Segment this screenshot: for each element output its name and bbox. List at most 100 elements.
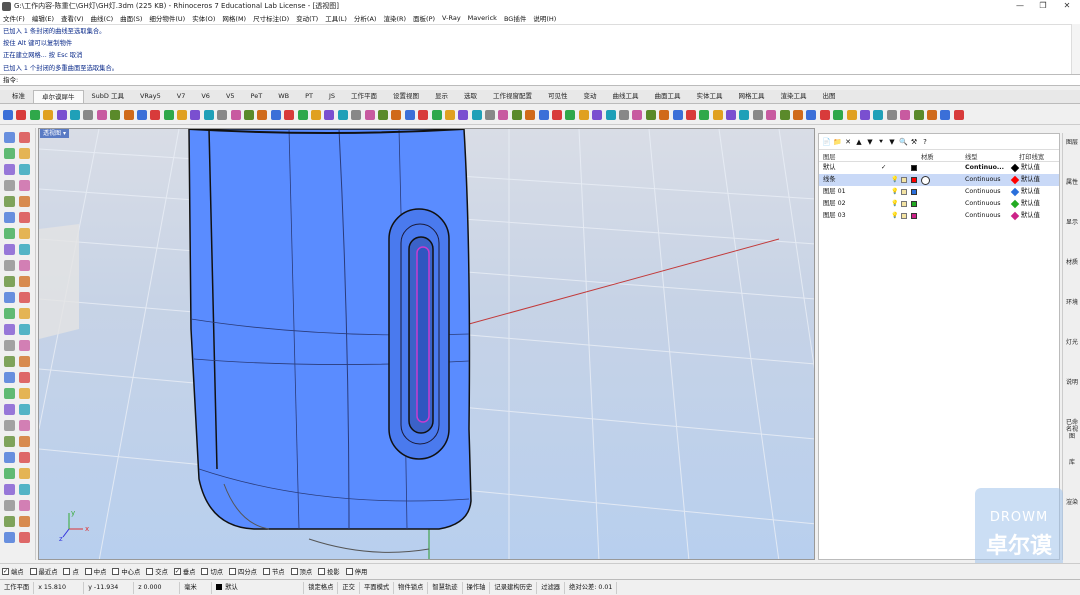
layer-row[interactable]: 图层 03 💡 Continuous 默认值 — [819, 210, 1059, 222]
left-tool-icon[interactable] — [19, 436, 30, 447]
toolbar-tool-icon[interactable] — [177, 109, 188, 120]
osnap-checkbox[interactable] — [290, 567, 298, 575]
history-scrollbar[interactable] — [1071, 24, 1080, 74]
left-tool-icon[interactable] — [19, 452, 30, 463]
toolbar-tool-icon[interactable] — [391, 109, 402, 120]
lock-icon[interactable] — [901, 213, 907, 219]
side-tab[interactable]: 渲染 — [1065, 499, 1079, 506]
left-tool-icon[interactable] — [4, 436, 15, 447]
toolbar-tool-icon[interactable] — [739, 109, 750, 120]
toolbar-tab[interactable]: 实体工具 — [689, 90, 731, 103]
menu-item[interactable]: 分析(A) — [354, 13, 377, 23]
layer-color-swatch[interactable] — [911, 201, 917, 207]
toolbar-tab[interactable]: 变动 — [576, 90, 605, 103]
left-tool-icon[interactable] — [4, 532, 15, 543]
menu-item[interactable]: 曲线(C) — [91, 13, 114, 23]
left-tool-icon[interactable] — [4, 404, 15, 415]
toolbar-tool-icon[interactable] — [926, 109, 937, 120]
toolbar-tool-icon[interactable] — [779, 109, 790, 120]
side-tab[interactable]: 环境 — [1065, 299, 1079, 306]
toolbar-tab[interactable]: 曲线工具 — [605, 90, 647, 103]
toolbar-tab[interactable]: 标准 — [4, 90, 33, 103]
toolbar-tool-icon[interactable] — [43, 109, 54, 120]
osnap-checkbox[interactable] — [229, 567, 237, 575]
left-tool-icon[interactable] — [4, 324, 15, 335]
toolbar-tool-icon[interactable] — [270, 109, 281, 120]
layer-linetype[interactable]: Continuous — [965, 210, 1001, 222]
perspective-viewport[interactable]: x y z — [38, 128, 815, 560]
toolbar-tab[interactable]: 卓尔谟犀牛 — [33, 90, 84, 103]
toolbar-tool-icon[interactable] — [284, 109, 295, 120]
left-tool-icon[interactable] — [19, 244, 30, 255]
print-color-icon[interactable] — [1010, 199, 1020, 209]
left-tool-icon[interactable] — [4, 148, 15, 159]
toolbar-tab[interactable]: JS — [321, 90, 343, 103]
osnap-checkbox[interactable] — [84, 567, 92, 575]
left-tool-icon[interactable] — [4, 420, 15, 431]
layer-color-swatch[interactable] — [911, 189, 917, 195]
left-tool-icon[interactable] — [19, 484, 30, 495]
toolbar-tool-icon[interactable] — [605, 109, 616, 120]
layer-row[interactable]: 默认 ✓ Continuo... 默认值 — [819, 162, 1059, 174]
status-toggle[interactable]: 操作轴 — [463, 581, 491, 594]
left-tool-icon[interactable] — [4, 340, 15, 351]
left-tool-icon[interactable] — [4, 452, 15, 463]
side-tab[interactable]: 灯光 — [1065, 339, 1079, 346]
osnap-checkbox[interactable] — [29, 567, 37, 575]
status-toggle[interactable]: 锁定格点 — [304, 581, 339, 594]
menu-item[interactable]: 工具(L) — [325, 13, 347, 23]
osnap-checkbox[interactable]: ✓ — [173, 567, 181, 575]
menu-item[interactable]: 说明(H) — [533, 13, 556, 23]
toolbar-tool-icon[interactable] — [565, 109, 576, 120]
viewport-label[interactable]: 透视图 ▾ — [40, 129, 69, 138]
toolbar-tool-icon[interactable] — [793, 109, 804, 120]
toolbar-tool-icon[interactable] — [552, 109, 563, 120]
left-tool-icon[interactable] — [19, 404, 30, 415]
toolbar-tool-icon[interactable] — [351, 109, 362, 120]
osnap-option[interactable]: 节点 — [262, 567, 285, 576]
osnap-option[interactable]: 中心点 — [112, 567, 140, 576]
left-tool-icon[interactable] — [4, 388, 15, 399]
left-tool-icon[interactable] — [4, 276, 15, 287]
visibility-bulb-icon[interactable]: 💡 — [891, 188, 898, 195]
left-tool-icon[interactable] — [19, 532, 30, 543]
toolbar-tool-icon[interactable] — [337, 109, 348, 120]
left-tool-icon[interactable] — [4, 228, 15, 239]
toolbar-tool-icon[interactable] — [96, 109, 107, 120]
layer-tool-icon[interactable]: ⚒ — [910, 138, 918, 146]
osnap-option[interactable]: ✓ 端点 — [2, 567, 24, 576]
toolbar-tool-icon[interactable] — [953, 109, 964, 120]
left-tool-icon[interactable] — [19, 180, 30, 191]
print-width[interactable]: 默认值 — [1021, 186, 1040, 198]
print-width[interactable]: 默认值 — [1021, 174, 1040, 186]
osnap-option[interactable]: 交点 — [146, 567, 168, 576]
layer-tool-icon[interactable]: ? — [921, 138, 929, 146]
left-tool-icon[interactable] — [19, 308, 30, 319]
menu-item[interactable]: 查看(V) — [61, 13, 84, 23]
material-swatch[interactable] — [921, 175, 930, 185]
print-width[interactable]: 默认值 — [1021, 210, 1040, 222]
toolbar-tool-icon[interactable] — [458, 109, 469, 120]
close-button[interactable]: ✕ — [1052, 0, 1080, 12]
toolbar-tool-icon[interactable] — [136, 109, 147, 120]
toolbar-tool-icon[interactable] — [485, 109, 496, 120]
left-tool-icon[interactable] — [4, 468, 15, 479]
left-tool-icon[interactable] — [4, 292, 15, 303]
toolbar-tool-icon[interactable] — [538, 109, 549, 120]
left-tool-icon[interactable] — [4, 196, 15, 207]
status-toggle[interactable]: 绝对公差: 0.01 — [565, 581, 618, 594]
lock-icon[interactable] — [901, 201, 907, 207]
left-tool-icon[interactable] — [19, 516, 30, 527]
status-layer[interactable]: 默认 — [212, 581, 305, 594]
menu-item[interactable]: 尺寸标注(D) — [253, 13, 289, 23]
layer-row[interactable]: 图层 02 💡 Continuous 默认值 — [819, 198, 1059, 210]
left-tool-icon[interactable] — [19, 148, 30, 159]
layer-row[interactable]: 图层 01 💡 Continuous 默认值 — [819, 186, 1059, 198]
command-input[interactable]: 指令: — [0, 74, 1080, 86]
menu-item[interactable]: 变动(T) — [296, 13, 318, 23]
left-tool-icon[interactable] — [4, 516, 15, 527]
left-tool-icon[interactable] — [19, 212, 30, 223]
side-tab[interactable]: 材质 — [1065, 259, 1079, 266]
toolbar-tab[interactable]: VRay5 — [132, 90, 169, 103]
toolbar-tool-icon[interactable] — [29, 109, 40, 120]
